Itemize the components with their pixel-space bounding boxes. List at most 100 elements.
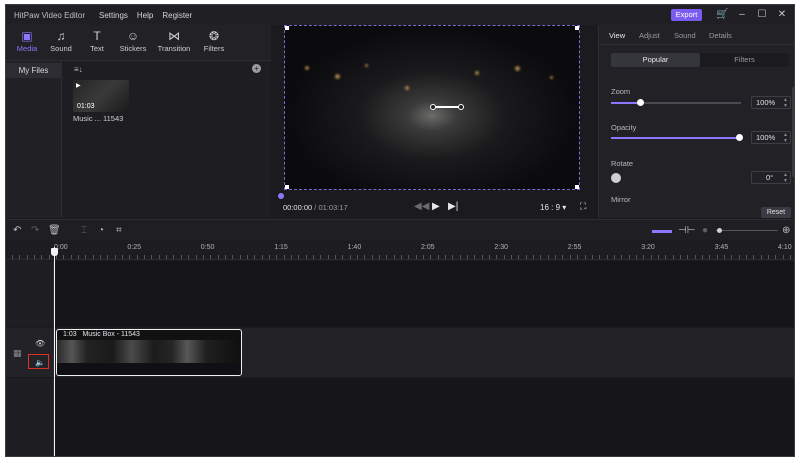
ruler-tick [71,255,72,259]
tool-stickers[interactable]: ☺ Stickers [114,29,152,53]
resize-handle[interactable] [285,185,289,189]
lower-track[interactable] [54,378,794,456]
resize-handle[interactable] [285,26,289,30]
zoom-in-icon[interactable]: ⊕ [782,225,790,236]
ruler-tick [166,255,167,259]
properties-scrollbar[interactable] [792,87,794,177]
timeline-clip[interactable]: 1:03 Music Box - 11543 [56,329,242,376]
highlight-mute-box [28,354,49,369]
tool-filters[interactable]: ❂ Filters [195,29,233,53]
eye-icon[interactable]: 👁 [35,339,45,348]
tab-sound[interactable]: Sound [674,31,696,40]
resize-handle[interactable] [575,26,579,30]
app-title: HitPaw Video Editor [14,10,85,20]
crop-icon[interactable]: ⌗ [116,225,122,236]
menu-settings[interactable]: Settings [99,11,128,20]
segment-filters[interactable]: Filters [700,53,789,67]
ruler-tick [709,255,710,259]
zoom-slider[interactable] [611,99,741,106]
opacity-slider[interactable] [611,134,743,141]
lower-track-header [6,378,54,456]
zoom-out-icon[interactable]: ● [702,225,708,236]
add-media-icon[interactable]: + [252,64,261,73]
ruler-tick [49,255,50,259]
ruler-tick [687,255,688,259]
timeline-ruler[interactable]: 0:00 0:25 0:50 1:15 1:40 2:05 2:30 2:55 3:20 3:45… [6,240,794,260]
ruler-tick [85,255,86,259]
rotate-value-input[interactable]: 0° ▲ ▼ [751,171,791,184]
fullscreen-icon[interactable]: ⛶ [580,201,586,212]
reset-button[interactable]: Reset [761,207,791,218]
zoom-value-input[interactable]: 100% ▲ ▼ [751,96,791,109]
sidebar-item-my-files[interactable]: My Files [6,63,61,78]
transition-icon: ⋈ [168,29,180,43]
ruler-tick [739,255,740,259]
ruler-tick [12,255,13,259]
ruler-tick [651,255,652,259]
menu-help[interactable]: Help [137,11,153,20]
video-preview[interactable] [284,25,580,190]
opacity-slider-knob[interactable] [736,134,743,141]
ruler-tick [232,255,233,259]
tab-view[interactable]: View [609,31,625,40]
rotate-dial[interactable] [611,173,621,183]
film-icon: ▦ [13,348,22,358]
tab-adjust[interactable]: Adjust [639,31,660,40]
split-icon[interactable]: ⌶ [81,225,87,236]
playhead[interactable] [54,247,55,456]
ruler-tick [372,255,373,259]
export-button[interactable]: Export [671,9,702,21]
snap-icon[interactable]: ▬▬ [652,225,672,236]
opacity-label: Opacity [611,123,637,132]
timeline-zoom-slider[interactable] [716,230,778,231]
tool-text[interactable]: T Text [78,29,116,53]
close-icon[interactable]: ✕ [776,9,788,21]
rotate-handle[interactable] [458,104,464,110]
rotate-handle[interactable] [430,104,436,110]
menu-register[interactable]: Register [162,11,192,20]
aspect-ratio-select[interactable]: 16 : 9 ▾ [540,203,566,212]
media-library: ≡↓ + ▶ 01:03 Music ... 11543 [62,61,271,218]
maximize-icon[interactable]: ☐ [756,9,768,21]
delete-icon[interactable]: 🗑 [48,225,61,236]
media-thumbnail[interactable]: ▶ 01:03 [73,80,129,112]
ruler-tick [298,255,299,259]
ruler-tick [724,255,725,259]
play-button[interactable]: ▶ [432,201,440,212]
ruler-tick [144,255,145,259]
ruler-tick [768,255,769,259]
segment-popular[interactable]: Popular [611,53,700,67]
prev-frame-icon[interactable]: ◀◀ [414,201,429,212]
ruler-tick [753,255,754,259]
ruler-tick [430,255,431,259]
video-track-header: ▦ 👁 🔈 [6,328,54,377]
resize-handle[interactable] [575,185,579,189]
zoom-slider-knob[interactable] [637,99,644,106]
ruler-tick [496,255,497,259]
ruler-tick [254,255,255,259]
cart-icon[interactable]: 🛒 [716,9,728,21]
playhead-handle[interactable] [51,248,58,256]
sort-icon[interactable]: ≡↓ [74,65,83,74]
ruler-tick [761,255,762,259]
tool-media[interactable]: ▣ Media [8,29,46,53]
ruler-tick [342,255,343,259]
minimize-icon[interactable]: – [736,9,748,21]
empty-track[interactable] [54,261,794,327]
speed-icon[interactable]: ◔ [98,225,104,236]
rotate-value: 0° [766,173,774,182]
ruler-tick [717,255,718,259]
tab-details[interactable]: Details [709,31,732,40]
opacity-value-input[interactable]: 100% ▲ ▼ [751,131,791,144]
fit-timeline-icon[interactable]: ⊣⊢ [678,225,695,236]
ruler-tick [335,255,336,259]
ruler-tick [636,255,637,259]
redo-icon[interactable]: ↷ [31,225,39,236]
ruler-tick [63,255,64,259]
tool-transition[interactable]: ⋈ Transition [155,29,193,53]
ruler-tick [284,255,285,259]
tool-sound[interactable]: ♫ Sound [42,29,80,53]
undo-icon[interactable]: ↶ [13,225,21,236]
next-frame-icon[interactable]: ▶| [448,201,458,212]
timeline-zoom-knob[interactable] [717,228,722,233]
